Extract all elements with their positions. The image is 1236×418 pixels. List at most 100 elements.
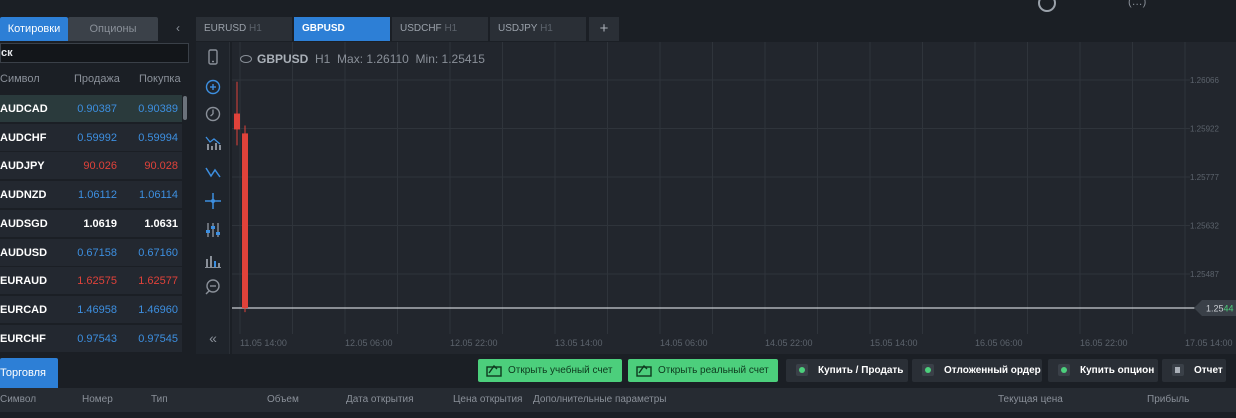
- chart-tab-symbol: EURUSD: [204, 23, 247, 34]
- chart-tab-usdjpy[interactable]: USDJPY H1: [490, 17, 586, 41]
- quote-row-eurchf[interactable]: EURCHF 0.97543 0.97545: [0, 324, 182, 353]
- col-current-price: Текущая цена: [998, 394, 1063, 405]
- report-button[interactable]: Отчет: [1162, 359, 1226, 382]
- current-price-label: 1.2544: [1206, 304, 1234, 314]
- x-tick-label: 14.05 06:00: [660, 338, 708, 348]
- open-demo-account-button[interactable]: Открыть учебный счет: [478, 359, 622, 382]
- quote-bid: 0.59992: [77, 131, 117, 144]
- collapse-left-icon[interactable]: «: [204, 329, 222, 347]
- col-number: Номер: [82, 394, 113, 405]
- trade-toolbar: Торговля Открыть учебный счет Открыть ре…: [0, 356, 1236, 388]
- quote-row-audcad[interactable]: AUDCAD 0.90387 0.90389: [0, 95, 182, 123]
- quote-symbol: AUDCAD: [0, 103, 48, 115]
- open-demo-account-label: Открыть учебный счет: [508, 365, 613, 376]
- left-panel-tabs: Котировки Опционы ‹: [0, 17, 192, 41]
- top-bar: (…): [0, 0, 1236, 16]
- quote-symbol: EURCAD: [0, 303, 48, 316]
- quote-bid: 0.67158: [77, 246, 117, 259]
- line-tool-icon[interactable]: [204, 163, 222, 181]
- quote-ask: 1.46960: [138, 303, 178, 316]
- zoom-out-icon[interactable]: [204, 278, 222, 296]
- quote-ask: 0.90389: [138, 103, 178, 115]
- crosshair-icon[interactable]: [204, 192, 222, 210]
- quote-list-scrollbar[interactable]: [183, 96, 187, 120]
- pending-order-button[interactable]: Отложенный ордер: [912, 359, 1042, 382]
- col-open-date: Дата открытия: [346, 394, 414, 405]
- quote-bid: 1.0619: [83, 217, 117, 230]
- user-icon[interactable]: [1038, 0, 1056, 12]
- x-tick-label: 15.05 14:00: [870, 338, 918, 348]
- crosshair-circle-icon[interactable]: [204, 78, 222, 96]
- pending-order-label: Отложенный ордер: [944, 365, 1041, 376]
- quote-ask: 1.62577: [138, 275, 178, 288]
- y-tick-label: 1.25777: [1190, 173, 1219, 182]
- quote-symbol: AUDUSD: [0, 246, 48, 259]
- buy-option-button[interactable]: Купить опцион: [1048, 359, 1158, 382]
- tab-quotes[interactable]: Котировки: [0, 17, 68, 41]
- drawing-toolbar: «: [196, 42, 230, 354]
- quote-row-audjpy[interactable]: AUDJPY 90.026 90.028: [0, 152, 182, 181]
- buy-option-icon: [1058, 364, 1070, 376]
- chart-tab-symbol: GBPUSD: [302, 23, 345, 34]
- quote-row-audsgd[interactable]: AUDSGD 1.0619 1.0631: [0, 209, 182, 238]
- quote-symbol: EURAUD: [0, 275, 48, 288]
- chart-tab-usdchf[interactable]: USDCHF H1: [392, 17, 488, 41]
- price-chart[interactable]: 11.05 14:00 12.05 06:00 12.05 22:00 13.05 1…: [232, 42, 1236, 354]
- col-extra-params: Дополнительные параметры: [533, 394, 667, 405]
- quote-row-audusd[interactable]: AUDUSD 0.67158 0.67160: [0, 238, 182, 267]
- top-account-text: (…): [1128, 0, 1147, 8]
- quote-symbol: AUDSGD: [0, 217, 48, 230]
- chart-header: GBPUSD H1 Max: 1.26110 Min: 1.25415: [240, 52, 485, 66]
- y-tick-label: 1.25487: [1190, 270, 1219, 279]
- x-tick-label: 14.05 22:00: [765, 338, 813, 348]
- col-profit: Прибыль: [1147, 394, 1190, 405]
- buy-option-label: Купить опцион: [1080, 365, 1155, 376]
- quote-row-eurcad[interactable]: EURCAD 1.46958 1.46960: [0, 295, 182, 324]
- tab-trading[interactable]: Торговля: [0, 358, 58, 388]
- open-real-account-button[interactable]: Открыть реальный счет: [628, 359, 778, 382]
- chart-tab-eurusd[interactable]: EURUSD H1: [196, 17, 292, 41]
- pending-order-icon: [922, 364, 934, 376]
- x-tick-label: 11.05 14:00: [240, 338, 287, 348]
- chart-tab-gbpusd[interactable]: GBPUSD: [294, 17, 390, 41]
- collapse-panel-icon[interactable]: ‹: [176, 21, 180, 35]
- candle-body: [234, 113, 240, 130]
- quote-symbol: AUDJPY: [0, 160, 45, 173]
- quote-bid: 0.90387: [77, 103, 117, 115]
- volume-bars-icon[interactable]: [204, 251, 222, 269]
- clock-icon[interactable]: [204, 105, 222, 123]
- eye-icon[interactable]: [240, 54, 252, 63]
- quote-bid: 1.62575: [77, 275, 117, 288]
- col-bid: Продажа: [74, 73, 120, 85]
- quote-symbol: AUDNZD: [0, 189, 47, 202]
- chart-canvas[interactable]: 11.05 14:00 12.05 06:00 12.05 22:00 13.05 1…: [232, 42, 1236, 354]
- indicators-icon[interactable]: [204, 134, 222, 152]
- quote-row-euraud[interactable]: EURAUD 1.62575 1.62577: [0, 267, 182, 296]
- chart-tab-timeframe: H1: [444, 23, 458, 34]
- candle-body: [242, 133, 248, 309]
- x-tick-label: 13.05 14:00: [555, 338, 603, 348]
- x-tick-label: 16.05 22:00: [1080, 338, 1128, 348]
- phone-icon[interactable]: [204, 48, 222, 66]
- sliders-icon[interactable]: [204, 221, 222, 239]
- tab-options[interactable]: Опционы: [68, 17, 158, 41]
- quote-bid: 90.026: [83, 160, 117, 173]
- quote-row-audchf[interactable]: AUDCHF 0.59992 0.59994: [0, 123, 182, 152]
- x-tick-label: 12.05 22:00: [450, 338, 498, 348]
- chart-timeframe: H1: [315, 52, 331, 66]
- col-symbol: Символ: [0, 73, 40, 85]
- quote-bid: 0.97543: [77, 332, 117, 345]
- add-chart-tab-button[interactable]: +: [589, 17, 619, 41]
- quote-ask: 1.06114: [139, 189, 178, 202]
- col-type: Тип: [151, 394, 168, 405]
- quote-ask: 0.97545: [138, 332, 178, 345]
- chart-tab-timeframe: H1: [540, 23, 553, 34]
- chart-tab-symbol: USDCHF: [400, 23, 442, 34]
- quote-row-audnzd[interactable]: AUDNZD 1.06112 1.06114: [0, 181, 182, 210]
- chart-tab-timeframe: H1: [249, 23, 262, 34]
- x-tick-label: 12.05 06:00: [345, 338, 393, 348]
- open-real-account-label: Открыть реальный счет: [658, 365, 769, 376]
- chart-symbol: GBPUSD: [257, 52, 309, 66]
- buy-sell-button[interactable]: Купить / Продать: [786, 359, 908, 382]
- symbol-search-input[interactable]: ск: [0, 43, 189, 63]
